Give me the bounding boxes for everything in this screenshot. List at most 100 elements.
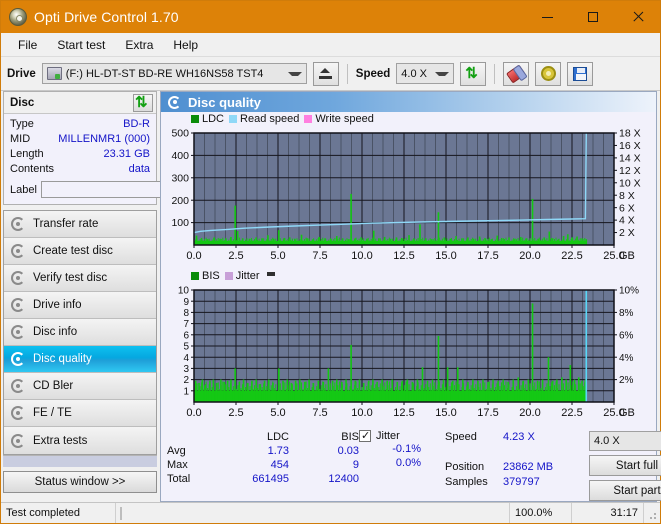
disc-key-type: Type xyxy=(10,118,34,130)
sidebar-item-cd-bler[interactable]: CD Bler xyxy=(4,373,156,400)
title-bar: Opti Drive Control 1.70 xyxy=(1,1,660,33)
sidebar-item-create-test-disc[interactable]: Create test disc xyxy=(4,238,156,265)
charts-area: LDC Read speed Write speed 100 200 300 4… xyxy=(161,112,656,428)
legend-label-bis: BIS xyxy=(202,270,220,282)
svg-text:GB: GB xyxy=(619,407,635,419)
svg-text:4%: 4% xyxy=(619,353,634,364)
svg-text:5: 5 xyxy=(183,342,189,353)
toolbar: Drive (F:) HL-DT-ST BD-RE WH16NS58 TST4 … xyxy=(1,57,660,91)
bis-chart[interactable]: BIS Jitter 1 2 3 4 5 6 7 8 9 10 2% 4% 6% 8% 10% 0.0 2.5 5… xyxy=(161,270,656,428)
sidebar-item-fe-te[interactable]: FE / TE xyxy=(4,400,156,427)
disc-icon xyxy=(11,379,25,393)
bis-swatch xyxy=(191,272,199,280)
stats-total-bis: 12400 xyxy=(328,473,359,485)
resize-grip[interactable] xyxy=(644,503,660,523)
save-button[interactable] xyxy=(567,61,594,86)
svg-text:8: 8 xyxy=(183,308,189,319)
jitter-toggle-row[interactable]: Jitter xyxy=(359,429,439,442)
legend-label-read-speed: Read speed xyxy=(240,113,300,125)
svg-text:1: 1 xyxy=(183,386,189,397)
disc-value-mid: MILLENMR1 (000) xyxy=(58,133,150,145)
sidebar-item-disc-info[interactable]: Disc info xyxy=(4,319,156,346)
svg-text:10.0: 10.0 xyxy=(351,407,372,419)
page-title: Disc quality xyxy=(188,94,261,110)
settings-button[interactable] xyxy=(535,61,562,86)
test-speed-select[interactable]: 4.0 X xyxy=(589,431,661,451)
start-part-button[interactable]: Start part xyxy=(589,480,661,501)
stats-right: Jitter -0.1% 0.0% Speed 4.23 X Positi xyxy=(359,429,661,504)
stats-row-label: Max xyxy=(167,459,188,471)
svg-text:10.0: 10.0 xyxy=(351,250,372,262)
disc-panel: Disc ⇅ Type BD-R MID MILLENMR1 (000) Len… xyxy=(3,91,243,205)
minimize-button[interactable] xyxy=(525,1,570,33)
svg-text:18 X: 18 X xyxy=(619,128,641,140)
maximize-button[interactable] xyxy=(570,1,615,33)
disc-quality-header: Disc quality xyxy=(161,92,656,112)
stats-area: LDC BIS Avg 1.73 0.03 Max 454 9 Total 66… xyxy=(161,428,661,504)
close-button[interactable] xyxy=(615,1,660,33)
sidebar-item-drive-info[interactable]: Drive info xyxy=(4,292,156,319)
right-pane: Disc quality LDC Read speed Write speed … xyxy=(160,91,661,504)
disc-key-contents: Contents xyxy=(10,163,55,175)
jitter-checkbox[interactable] xyxy=(359,429,371,442)
stats-row-label: Avg xyxy=(167,445,186,457)
svg-text:10: 10 xyxy=(178,286,190,297)
svg-text:4: 4 xyxy=(183,353,189,364)
ldc-chart[interactable]: LDC Read speed Write speed 100 200 300 4… xyxy=(161,112,656,270)
disc-refresh-button[interactable]: ⇅ xyxy=(133,93,153,112)
sidebar-item-disc-quality[interactable]: Disc quality xyxy=(4,346,156,373)
sidebar-item-transfer-rate[interactable]: Transfer rate xyxy=(4,211,156,238)
jitter-value-1: -0.1% xyxy=(392,443,421,455)
bis-chart-svg: 12345678910 2% 4% 6% 8% 10% 0.0 2.5 5.0 7.5 10.0 12… xyxy=(178,286,639,419)
svg-text:5.0: 5.0 xyxy=(270,250,285,262)
disc-value-contents: data xyxy=(128,163,150,175)
svg-text:7.5: 7.5 xyxy=(312,250,327,262)
stats-header-row: LDC BIS xyxy=(167,430,359,444)
svg-text:5.0: 5.0 xyxy=(270,407,285,419)
sidebar-item-verify-test-disc[interactable]: Verify test disc xyxy=(4,265,156,292)
disc-row-mid: MID MILLENMR1 (000) xyxy=(10,132,150,147)
sidebar-item-extra-tests[interactable]: Extra tests xyxy=(4,427,156,454)
menu-start-test[interactable]: Start test xyxy=(48,35,114,55)
ldc-legend: LDC Read speed Write speed xyxy=(191,113,374,125)
sidebar-label: Disc quality xyxy=(33,353,92,365)
speed-readout-label: Speed xyxy=(445,431,477,443)
svg-text:6%: 6% xyxy=(619,330,634,341)
refresh-icon: ⇅ xyxy=(465,64,478,82)
start-full-button[interactable]: Start full xyxy=(589,455,661,476)
svg-text:15.0: 15.0 xyxy=(435,250,456,262)
stats-row-label: Total xyxy=(167,473,191,485)
readout-samples: Samples 379797 xyxy=(445,475,583,490)
jitter-value-2: 0.0% xyxy=(395,457,421,469)
legend-bis: BIS xyxy=(191,270,220,282)
disc-icon xyxy=(11,244,25,258)
erase-button[interactable] xyxy=(503,61,530,86)
legend-ldc: LDC xyxy=(191,113,224,125)
menu-file[interactable]: File xyxy=(9,35,46,55)
disc-panel-body: Type BD-R MID MILLENMR1 (000) Length 23.… xyxy=(4,114,243,204)
svg-text:3: 3 xyxy=(183,364,189,375)
svg-text:6 X: 6 X xyxy=(619,202,635,214)
menu-bar: File Start test Extra Help xyxy=(1,33,660,57)
menu-help[interactable]: Help xyxy=(164,35,207,55)
speed-select[interactable]: 4.0 X xyxy=(396,63,455,84)
drive-select-value: (F:) HL-DT-ST BD-RE WH16NS58 TST4 xyxy=(65,67,264,80)
refresh-icon: ⇅ xyxy=(135,93,148,111)
status-window-button[interactable]: Status window >> xyxy=(3,471,157,493)
svg-text:10%: 10% xyxy=(619,286,639,297)
action-buttons: 4.0 X Start full Start part xyxy=(589,430,661,504)
legend-write-speed: Write speed xyxy=(304,113,374,125)
menu-extra[interactable]: Extra xyxy=(116,35,162,55)
gear-icon xyxy=(540,66,556,81)
svg-text:17.5: 17.5 xyxy=(477,407,498,419)
svg-text:22.5: 22.5 xyxy=(561,250,582,262)
disc-icon xyxy=(11,433,25,448)
refresh-button[interactable]: ⇅ xyxy=(460,61,487,86)
table-row: Total 661495 12400 xyxy=(167,472,359,486)
svg-text:400: 400 xyxy=(171,150,189,162)
eject-button[interactable] xyxy=(312,61,339,86)
left-pane: Disc ⇅ Type BD-R MID MILLENMR1 (000) Len… xyxy=(1,91,243,502)
drive-select[interactable]: (F:) HL-DT-ST BD-RE WH16NS58 TST4 xyxy=(41,63,307,84)
svg-text:2%: 2% xyxy=(619,375,634,386)
disc-panel-title: Disc xyxy=(10,96,35,109)
